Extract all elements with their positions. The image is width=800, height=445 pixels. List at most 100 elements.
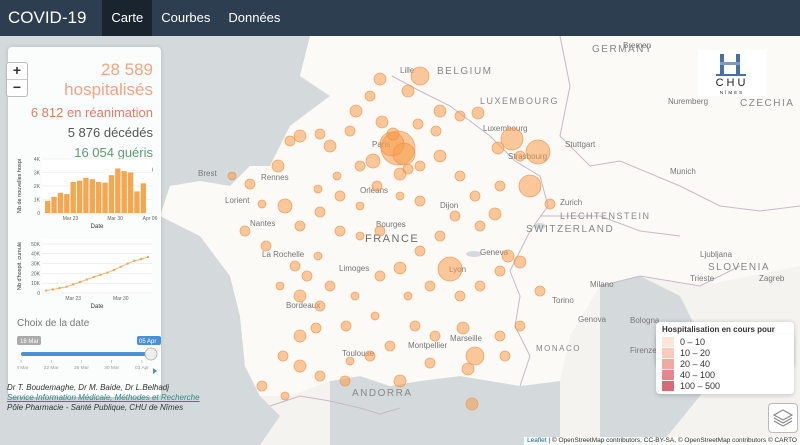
y-tick-label: 20K bbox=[31, 271, 41, 277]
credits: Dr T. Boudemaghe, Dr M. Baide, Dr L.Belh… bbox=[7, 383, 200, 413]
region-bubble bbox=[454, 170, 466, 182]
legend-label: 20 – 40 bbox=[680, 358, 711, 369]
region-bubble bbox=[257, 199, 267, 209]
region-bubble bbox=[491, 141, 505, 155]
app-brand[interactable]: COVID-19 bbox=[0, 8, 102, 28]
region-bubble bbox=[373, 72, 387, 86]
tab-donnees[interactable]: Données bbox=[219, 0, 289, 36]
navbar: COVID-19 Carte Courbes Données bbox=[0, 0, 800, 36]
leaflet-link[interactable]: Leaflet bbox=[527, 437, 547, 444]
slider-handle bbox=[144, 347, 158, 361]
y-tick-label: 4K bbox=[34, 157, 41, 163]
region-bubble bbox=[293, 329, 307, 343]
region-bubble bbox=[374, 270, 386, 282]
slider-end-label: 05 Apr bbox=[139, 339, 156, 345]
bar bbox=[108, 175, 115, 213]
region-bubble bbox=[271, 159, 285, 173]
y-tick-label: 0 bbox=[37, 211, 40, 217]
x-tick-label: Apr 06 bbox=[143, 216, 158, 222]
legend-label: 40 – 100 bbox=[680, 369, 716, 380]
region-bubble bbox=[293, 129, 307, 143]
layers-button[interactable] bbox=[768, 403, 798, 433]
bar bbox=[140, 183, 146, 213]
legend-label: 10 – 20 bbox=[680, 347, 711, 358]
region-bubble bbox=[414, 160, 426, 172]
region-bubble bbox=[514, 150, 526, 162]
region-bubble bbox=[499, 350, 511, 362]
region-bubble bbox=[293, 359, 307, 373]
credits-service-link[interactable]: Service Information Médicale, Méthodes e… bbox=[7, 393, 200, 403]
region-bubble bbox=[465, 397, 479, 411]
tab-carte[interactable]: Carte bbox=[102, 0, 153, 36]
stats-panel: 28 589 hospitalisés 6 812 en réanimation… bbox=[8, 47, 161, 397]
region-bubble bbox=[465, 346, 485, 366]
region-bubble bbox=[332, 171, 342, 181]
y-tick-label: 10K bbox=[31, 281, 41, 287]
region-bubble bbox=[402, 163, 414, 175]
region-bubble bbox=[334, 190, 346, 202]
zoom-out-button[interactable]: − bbox=[7, 79, 27, 96]
region-bubble bbox=[323, 139, 337, 153]
legend-item: 0 – 10 bbox=[662, 336, 788, 347]
date-slider[interactable]: 18 Mar 05 Apr 18 Mar 22 Mar 26 Mar 30 Mar 03 A… bbox=[17, 335, 161, 375]
chart-cumul-hospi[interactable]: 0 10K 20K 30K 40K 50K Mar 23 Mar 30 Date Nb d'hos… bbox=[12, 234, 160, 314]
y-tick-label: 40K bbox=[31, 252, 41, 258]
zoom-control: + − bbox=[6, 62, 28, 97]
x-axis-label: Date bbox=[91, 304, 104, 310]
attribution-text: | © OpenStreetMap contributors, CC-BY-SA… bbox=[546, 437, 797, 444]
region-bubble bbox=[456, 321, 470, 335]
region-bubble bbox=[494, 265, 506, 277]
region-bubble bbox=[430, 125, 442, 137]
bar bbox=[102, 182, 108, 213]
chart-new-hospi[interactable]: 0 1K 2K 3K 4K Mar 23 Mar 30 Apr 06 Date Nb de nou… bbox=[12, 154, 160, 234]
bar bbox=[83, 177, 89, 213]
y-tick-label: 0 bbox=[37, 291, 40, 297]
region-bubble bbox=[518, 174, 542, 198]
bar bbox=[115, 168, 121, 213]
bar bbox=[70, 181, 76, 213]
region-bubble bbox=[260, 240, 272, 252]
stat-deces: 5 876 décédés bbox=[67, 125, 153, 140]
y-tick-label: 30K bbox=[31, 262, 41, 268]
slider-start-label: 18 Mar bbox=[20, 339, 39, 345]
region-bubble bbox=[324, 280, 336, 292]
region-bubble bbox=[386, 127, 400, 141]
region-bubble bbox=[344, 125, 356, 137]
x-tick-label: Mar 23 bbox=[65, 296, 81, 302]
credits-pole: Pôle Pharmacie - Santé Publique, CHU de … bbox=[7, 403, 184, 412]
y-tick-label: 50K bbox=[31, 242, 41, 248]
region-bubble bbox=[275, 281, 285, 291]
region-bubble bbox=[433, 149, 447, 163]
credits-authors: Dr T. Boudemaghe, Dr M. Baide, Dr L.Belh… bbox=[7, 383, 170, 392]
region-bubble bbox=[370, 311, 380, 321]
y-tick-label: 1K bbox=[34, 198, 41, 204]
legend-item: 20 – 40 bbox=[662, 358, 788, 369]
region-bubble bbox=[500, 127, 524, 151]
region-bubble bbox=[392, 142, 416, 166]
region-bubble bbox=[414, 195, 426, 207]
bar bbox=[127, 172, 134, 213]
region-bubble bbox=[355, 201, 365, 211]
region-bubble bbox=[375, 115, 389, 129]
bar bbox=[45, 200, 51, 213]
region-bubble bbox=[365, 153, 381, 169]
region-bubble bbox=[525, 139, 551, 165]
stat-reanimation: 6 812 en réanimation bbox=[30, 105, 153, 120]
region-bubble bbox=[349, 104, 363, 118]
legend-label: 100 – 500 bbox=[680, 380, 721, 391]
slider-label: Choix de la date bbox=[17, 318, 90, 329]
region-bubble bbox=[513, 255, 527, 269]
tab-courbes[interactable]: Courbes bbox=[152, 0, 219, 36]
slider-tick-label: 03 Apr bbox=[135, 365, 149, 371]
slider-fill bbox=[21, 352, 151, 356]
slider-tick-label: 30 Mar bbox=[104, 365, 119, 371]
play-icon bbox=[153, 368, 157, 374]
region-bubble bbox=[374, 225, 386, 237]
slider-tick-label: 22 Mar bbox=[44, 365, 59, 371]
region-bubble bbox=[434, 230, 446, 242]
x-axis-label: Date bbox=[91, 224, 104, 230]
zoom-in-button[interactable]: + bbox=[7, 63, 27, 79]
region-bubble bbox=[409, 320, 421, 332]
region-bubble bbox=[494, 180, 506, 192]
region-bubble bbox=[429, 330, 441, 342]
